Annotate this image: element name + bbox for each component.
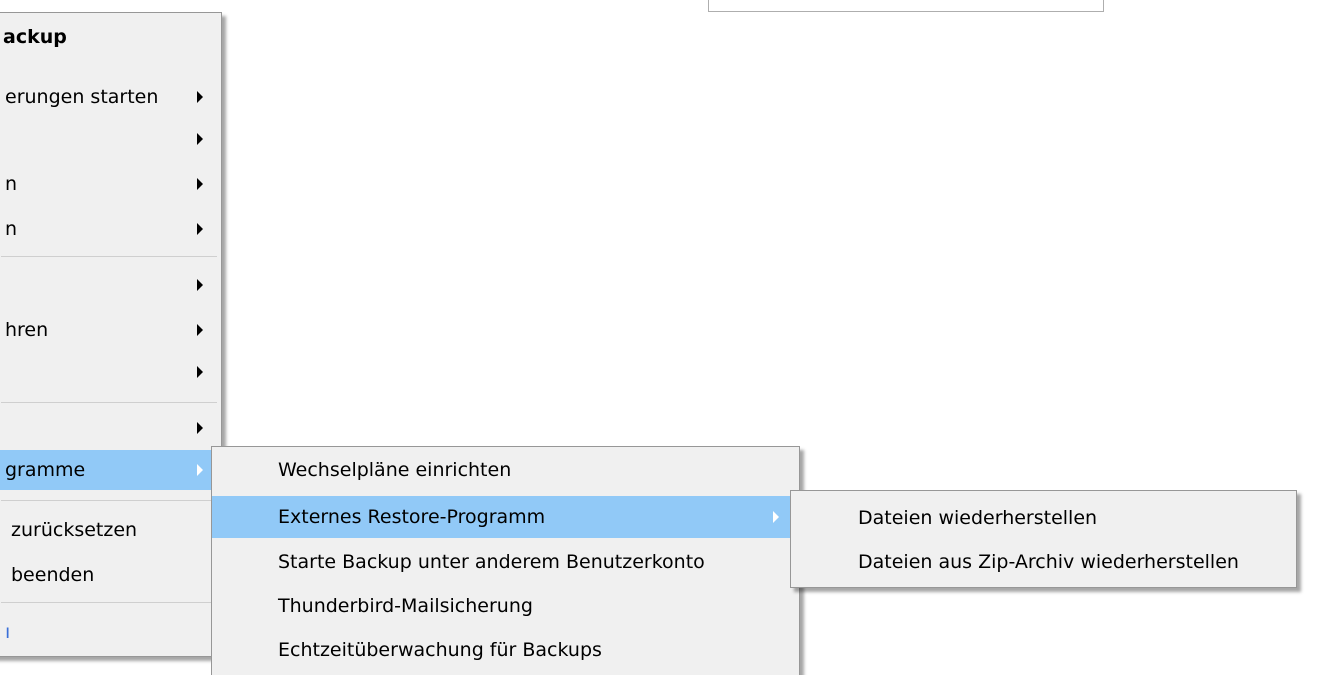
- submenu-arrow-icon: [197, 366, 203, 378]
- menu-item-label: beenden: [11, 564, 95, 586]
- restore-submenu: Dateien wiederherstellen Dateien aus Zip…: [790, 490, 1297, 588]
- menu-item-2[interactable]: [0, 119, 221, 159]
- menu-item-3[interactable]: n: [0, 164, 221, 204]
- submenu-item-externes-restore[interactable]: Externes Restore-Programm: [212, 496, 799, 538]
- programs-submenu: Wechselpläne einrichten Externes Restore…: [211, 446, 800, 675]
- menu-separator: [1, 602, 217, 603]
- submenu-arrow-icon: [773, 511, 779, 523]
- menu-item-zuruecksetzen[interactable]: zurücksetzen: [0, 510, 221, 550]
- submenu-item-backup-benutzerkonto[interactable]: Starte Backup unter anderem Benutzerkont…: [212, 542, 799, 582]
- menu-separator: [1, 402, 217, 403]
- submenu-item-thunderbird[interactable]: Thunderbird-Mailsicherung: [212, 586, 799, 626]
- submenu-arrow-icon: [197, 422, 203, 434]
- menu-item-7[interactable]: [0, 352, 221, 392]
- submenu-item-wechselplaene[interactable]: Wechselpläne einrichten: [212, 450, 799, 490]
- menu-title: ackup: [0, 17, 221, 57]
- main-context-menu: ackup erungen starten n n hren gramme zu…: [0, 12, 222, 657]
- menu-item-sicherungen-starten[interactable]: erungen starten: [0, 77, 221, 117]
- screen: ackup erungen starten n n hren gramme zu…: [0, 0, 1324, 675]
- menu-separator: [1, 256, 217, 257]
- submenu-arrow-icon: [197, 133, 203, 145]
- submenu-arrow-icon: [197, 178, 203, 190]
- menu-item-label: erungen starten: [5, 86, 159, 108]
- submenu-item-label: Dateien aus Zip-Archiv wiederherstellen: [858, 551, 1239, 573]
- menu-item-label: n: [5, 173, 18, 195]
- submenu-arrow-icon: [197, 464, 203, 476]
- menu-item-label: n: [5, 218, 18, 240]
- menu-item-last[interactable]: ı: [0, 614, 221, 650]
- submenu-arrow-icon: [197, 223, 203, 235]
- menu-item-programme[interactable]: gramme: [0, 450, 221, 490]
- submenu-arrow-icon: [197, 324, 203, 336]
- submenu-arrow-icon: [197, 279, 203, 291]
- menu-separator: [1, 500, 217, 501]
- submenu-item-label: Externes Restore-Programm: [278, 506, 546, 528]
- submenu-item-label: Dateien wiederherstellen: [858, 507, 1098, 529]
- menu-item-8[interactable]: [0, 408, 221, 448]
- submenu-item-label: Starte Backup unter anderem Benutzerkont…: [278, 551, 705, 573]
- menu-item-ausfuehren[interactable]: hren: [0, 310, 221, 350]
- submenu-arrow-icon: [197, 91, 203, 103]
- submenu-item-dateien-wiederherstellen[interactable]: Dateien wiederherstellen: [791, 498, 1296, 538]
- submenu-item-label: Thunderbird-Mailsicherung: [278, 595, 533, 617]
- menu-item-label: hren: [5, 319, 49, 341]
- menu-item-4[interactable]: n: [0, 209, 221, 249]
- menu-item-label: zurücksetzen: [11, 519, 138, 541]
- menu-item-label: ı: [5, 621, 11, 643]
- submenu-item-label: Wechselpläne einrichten: [278, 459, 512, 481]
- top-field: [708, 0, 1104, 12]
- menu-item-beenden[interactable]: beenden: [0, 555, 221, 595]
- menu-title-label: ackup: [3, 26, 67, 48]
- submenu-item-label: Echtzeitüberwachung für Backups: [278, 639, 602, 661]
- submenu-item-zip-wiederherstellen[interactable]: Dateien aus Zip-Archiv wiederherstellen: [791, 542, 1296, 582]
- menu-item-label: gramme: [5, 459, 86, 481]
- submenu-item-echtzeitueberwachung[interactable]: Echtzeitüberwachung für Backups: [212, 630, 799, 670]
- menu-item-5[interactable]: [0, 265, 221, 305]
